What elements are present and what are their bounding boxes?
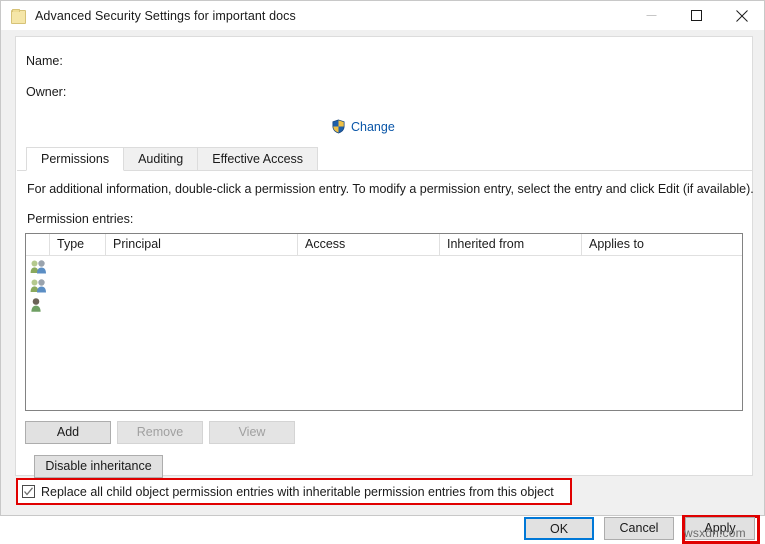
- single-user-icon: [30, 297, 48, 313]
- disable-inheritance-button[interactable]: Disable inheritance: [34, 455, 163, 478]
- title-bar: Advanced Security Settings for important…: [1, 1, 764, 30]
- table-row[interactable]: [26, 295, 742, 314]
- list-rows: [26, 256, 742, 314]
- maximize-icon[interactable]: [674, 1, 719, 30]
- window-title: Advanced Security Settings for important…: [35, 9, 296, 23]
- column-header-icon: [26, 234, 50, 255]
- replace-child-permissions-checkbox[interactable]: [22, 485, 35, 498]
- cancel-button[interactable]: Cancel: [604, 517, 674, 540]
- advanced-security-settings-dialog: Advanced Security Settings for important…: [0, 0, 765, 516]
- add-button[interactable]: Add: [25, 421, 111, 444]
- name-row: Name:: [26, 51, 752, 71]
- column-header-type[interactable]: Type: [50, 234, 106, 255]
- group-users-icon: [30, 259, 48, 275]
- view-button: View: [209, 421, 295, 444]
- uac-shield-icon: [331, 119, 346, 134]
- owner-row: Owner:: [26, 82, 752, 102]
- group-users-icon: [30, 278, 48, 294]
- close-icon[interactable]: [719, 1, 764, 30]
- column-header-access[interactable]: Access: [298, 234, 440, 255]
- dialog-body: Name: Owner: Change: [1, 30, 764, 515]
- table-row[interactable]: [26, 257, 742, 276]
- tab-effective-access[interactable]: Effective Access: [197, 147, 318, 170]
- change-link-label: Change: [351, 120, 395, 134]
- replace-checkbox-row[interactable]: Replace all child object permission entr…: [18, 480, 570, 503]
- minimize-icon[interactable]: [629, 1, 674, 30]
- folder-icon: [10, 8, 26, 24]
- permissions-info-text: For additional information, double-click…: [27, 182, 754, 196]
- watermark: wsxdn.com: [684, 526, 746, 540]
- permission-entries-label: Permission entries:: [27, 212, 133, 226]
- list-header-row: Type Principal Access Inherited from App…: [26, 234, 742, 256]
- column-header-applies-to[interactable]: Applies to: [582, 234, 742, 255]
- tab-auditing[interactable]: Auditing: [123, 147, 198, 170]
- remove-button: Remove: [117, 421, 203, 444]
- name-label: Name:: [26, 54, 86, 68]
- tab-permissions[interactable]: Permissions: [26, 147, 124, 171]
- content-panel: Name: Owner: Change: [15, 36, 753, 476]
- permission-entries-list[interactable]: Type Principal Access Inherited from App…: [25, 233, 743, 411]
- column-header-principal[interactable]: Principal: [106, 234, 298, 255]
- owner-label: Owner:: [26, 85, 86, 99]
- column-header-inherited-from[interactable]: Inherited from: [440, 234, 582, 255]
- replace-checkbox-label: Replace all child object permission entr…: [41, 485, 554, 499]
- table-row[interactable]: [26, 276, 742, 295]
- tab-bar: Permissions Auditing Effective Access: [17, 147, 753, 171]
- replace-checkbox-highlight: Replace all child object permission entr…: [16, 478, 572, 505]
- window-controls: [629, 1, 764, 30]
- ok-button[interactable]: OK: [524, 517, 594, 540]
- change-owner-link[interactable]: Change: [331, 119, 395, 134]
